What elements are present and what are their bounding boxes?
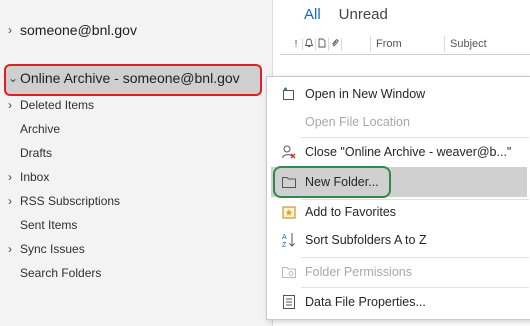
close-account-icon: [279, 142, 299, 162]
menu-close-archive[interactable]: Close "Online Archive - weaver@b...": [267, 139, 530, 165]
folder-sync-issues[interactable]: › Sync Issues: [8, 242, 85, 256]
svg-text:Z: Z: [282, 242, 287, 249]
folder-pane: › someone@bnl.gov ⌄ Online Archive - som…: [0, 0, 272, 326]
chevron-right-icon[interactable]: ›: [8, 242, 20, 256]
folder-label: Archive: [20, 122, 61, 136]
menu-separator: [301, 287, 529, 288]
context-menu: Open in New Window Open File Location Cl…: [266, 76, 530, 320]
from-column[interactable]: From: [376, 38, 402, 50]
menu-new-folder[interactable]: New Folder...: [267, 169, 530, 195]
importance-column[interactable]: !: [290, 38, 303, 50]
column-separator[interactable]: [444, 36, 445, 52]
menu-label: Open File Location: [305, 115, 410, 129]
chevron-right-icon[interactable]: ›: [8, 23, 20, 37]
document-icon[interactable]: [316, 37, 329, 51]
permissions-icon: [279, 262, 299, 282]
menu-label: Add to Favorites: [305, 205, 397, 219]
folder-sent-items[interactable]: Sent Items: [20, 218, 77, 232]
menu-label: Close "Online Archive - weaver@b...": [305, 145, 512, 159]
svg-text:A: A: [282, 234, 287, 241]
menu-folder-permissions[interactable]: Folder Permissions: [267, 259, 530, 285]
archive-node[interactable]: ⌄ Online Archive - someone@bnl.gov: [8, 70, 240, 86]
folder-drafts[interactable]: Drafts: [20, 146, 52, 160]
column-separator[interactable]: [370, 36, 371, 52]
folder-label: Sent Items: [20, 218, 78, 232]
menu-label: Folder Permissions: [305, 265, 412, 279]
paperclip-icon[interactable]: [329, 37, 342, 51]
menu-label: Open in New Window: [305, 87, 426, 101]
folder-label: Deleted Items: [20, 98, 95, 112]
archive-label: Online Archive - someone@bnl.gov: [20, 70, 240, 86]
new-window-icon: [279, 84, 299, 104]
menu-data-file-properties[interactable]: Data File Properties...: [267, 289, 530, 315]
chevron-right-icon[interactable]: ›: [8, 170, 20, 184]
filter-tabs: All Unread: [304, 6, 388, 23]
tab-unread[interactable]: Unread: [339, 6, 388, 23]
properties-icon: [279, 292, 299, 312]
folder-rss-subscriptions[interactable]: › RSS Subscriptions: [8, 194, 120, 208]
menu-open-new-window[interactable]: Open in New Window: [267, 81, 530, 107]
menu-open-file-location[interactable]: Open File Location: [267, 109, 530, 135]
folder-label: Search Folders: [20, 266, 102, 280]
folder-label: Sync Issues: [20, 242, 85, 256]
folder-inbox[interactable]: › Inbox: [8, 170, 49, 184]
menu-separator: [301, 257, 529, 258]
account-label: someone@bnl.gov: [20, 22, 137, 38]
menu-label: Data File Properties...: [305, 295, 426, 309]
tab-all[interactable]: All: [304, 6, 321, 23]
bell-icon[interactable]: [303, 37, 316, 51]
menu-separator: [301, 137, 529, 138]
column-header: ! From Subject: [280, 34, 530, 55]
favorites-icon: [279, 202, 299, 222]
subject-column[interactable]: Subject: [450, 38, 487, 50]
menu-sort-subfolders[interactable]: AZ Sort Subfolders A to Z: [267, 227, 530, 253]
folder-label: Inbox: [20, 170, 50, 184]
chevron-right-icon[interactable]: ›: [8, 98, 20, 112]
folder-deleted-items[interactable]: › Deleted Items: [8, 98, 94, 112]
account-node[interactable]: › someone@bnl.gov: [8, 22, 137, 38]
chevron-right-icon[interactable]: ›: [8, 194, 20, 208]
folder-label: RSS Subscriptions: [20, 194, 121, 208]
menu-label: Sort Subfolders A to Z: [305, 233, 427, 247]
menu-label: New Folder...: [305, 175, 379, 189]
folder-search-folders[interactable]: Search Folders: [20, 266, 101, 280]
chevron-down-icon[interactable]: ⌄: [8, 71, 20, 85]
sort-az-icon: AZ: [279, 230, 299, 250]
folder-archive[interactable]: Archive: [20, 122, 60, 136]
folder-icon: [279, 172, 299, 192]
menu-add-to-favorites[interactable]: Add to Favorites: [267, 199, 530, 225]
folder-label: Drafts: [20, 146, 53, 160]
